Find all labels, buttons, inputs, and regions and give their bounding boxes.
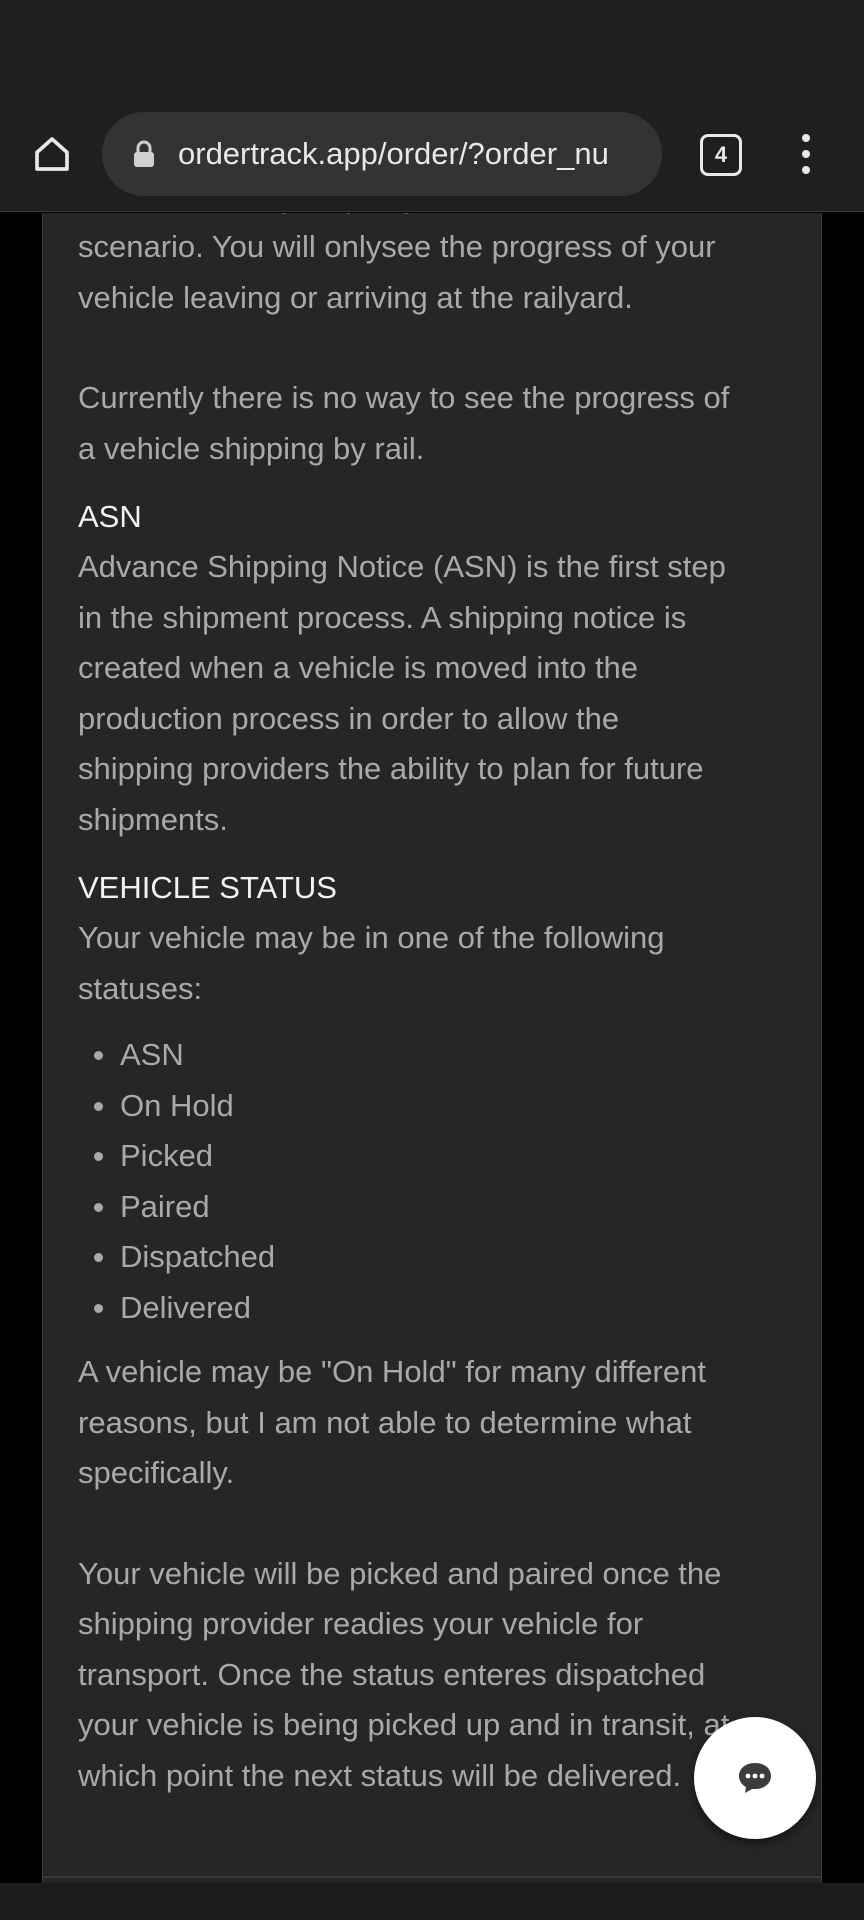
dot-icon [802, 134, 810, 142]
asn-heading: ASN [78, 499, 142, 534]
overflow-menu-button[interactable] [786, 126, 826, 182]
rail-note-paragraph: Currently there is no way to see the pro… [78, 380, 730, 466]
on-hold-paragraph: A vehicle may be "On Hold" for many diff… [78, 1354, 706, 1490]
lock-icon [130, 139, 158, 169]
chat-button[interactable] [694, 1717, 816, 1839]
rail-paragraph: scenario. You will onlysee the progress … [78, 229, 716, 315]
browser-toolbar: ordertrack.app/order/?order_nu 4 [0, 100, 864, 212]
partial-line: information only ships by rail in this [78, 213, 798, 222]
dot-icon [802, 166, 810, 174]
home-button[interactable] [26, 128, 78, 180]
list-item: Delivered [78, 1283, 798, 1334]
status-intro: Your vehicle may be in one of the follow… [78, 920, 665, 1006]
address-bar[interactable]: ordertrack.app/order/?order_nu [102, 112, 662, 196]
list-item: Paired [78, 1182, 798, 1233]
article-body: information only ships by rail in this s… [78, 213, 798, 1801]
status-list: ASN On Hold Picked Paired Dispatched Del… [78, 1030, 798, 1333]
page-content: information only ships by rail in this s… [0, 213, 864, 1920]
list-item: ASN [78, 1030, 798, 1081]
url-text: ordertrack.app/order/?order_nu [178, 136, 609, 171]
dispatch-paragraph: Your vehicle will be picked and paired o… [78, 1555, 730, 1793]
bottom-strip [0, 1883, 864, 1920]
list-item: Picked [78, 1131, 798, 1182]
list-item: On Hold [78, 1081, 798, 1132]
list-item: Dispatched [78, 1232, 798, 1283]
vehicle-status-heading: VEHICLE STATUS [78, 870, 337, 905]
home-icon [35, 137, 69, 171]
card-divider [42, 1876, 822, 1878]
tab-switcher-button[interactable]: 4 [700, 134, 742, 176]
asn-paragraph: Advance Shipping Notice (ASN) is the fir… [78, 549, 726, 837]
chat-bubble-icon [739, 1763, 771, 1793]
article-card: information only ships by rail in this s… [42, 213, 822, 1893]
status-bar [0, 0, 864, 100]
dot-icon [802, 150, 810, 158]
